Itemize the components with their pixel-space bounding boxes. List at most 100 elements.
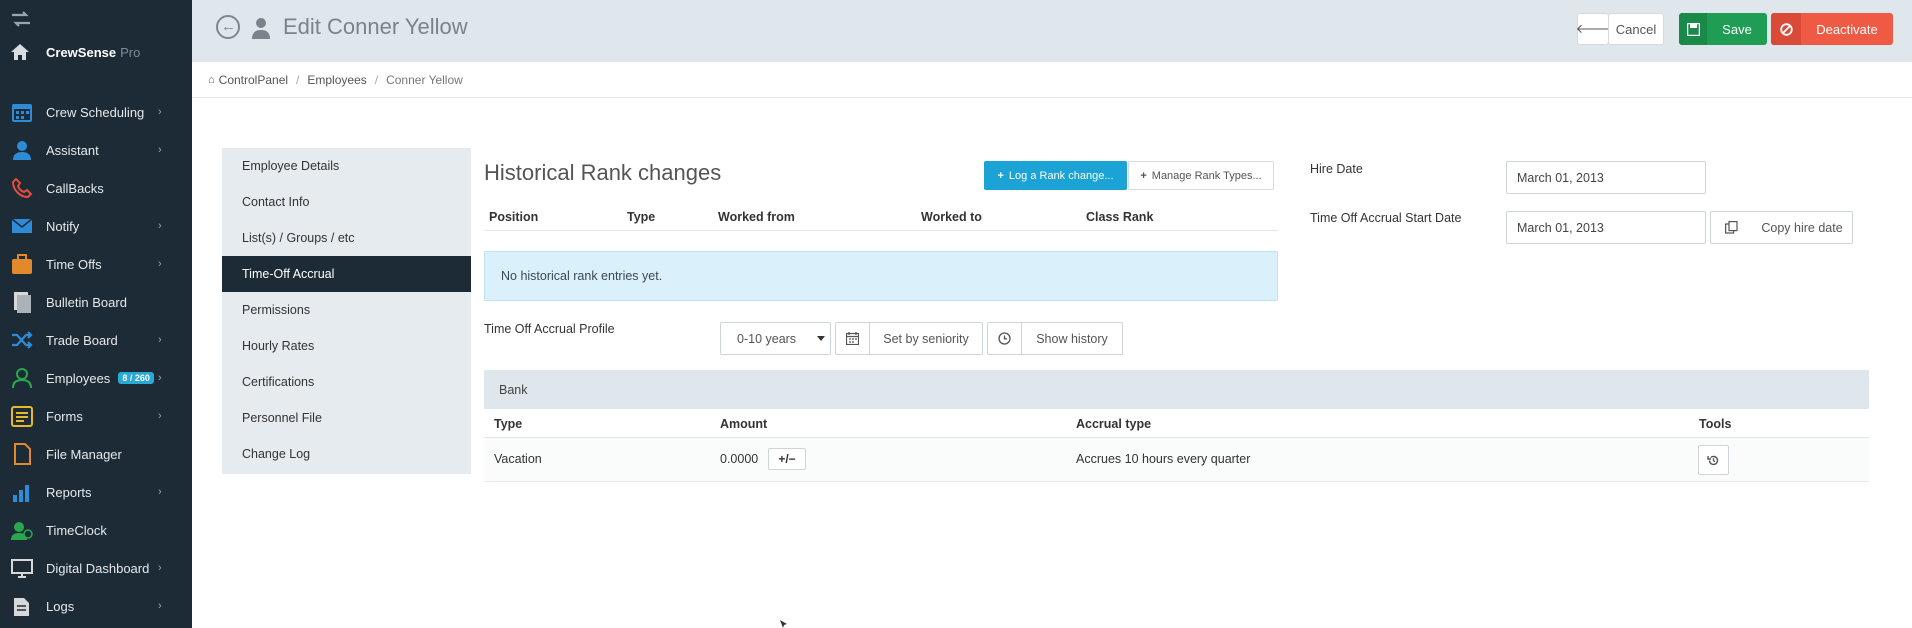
accrual-start-date-input[interactable] bbox=[1506, 211, 1706, 244]
chevron-right-icon: › bbox=[158, 486, 162, 498]
set-by-seniority-label: Set by seniority bbox=[883, 331, 969, 346]
chevron-right-icon: › bbox=[158, 600, 162, 612]
sidebar-item-label: File Manager bbox=[46, 446, 122, 462]
rank-history-title: Historical Rank changes bbox=[484, 160, 722, 185]
logs-icon bbox=[10, 594, 34, 618]
adjust-amount-button[interactable]: +/− bbox=[768, 448, 806, 470]
hire-date-label: Hire Date bbox=[1310, 162, 1363, 176]
sidebar-item-bulletin-board[interactable]: Bulletin Board bbox=[0, 283, 192, 321]
save-button[interactable]: Save bbox=[1679, 13, 1767, 45]
accrual-profile-label: Time Off Accrual Profile bbox=[484, 322, 615, 336]
sidebar-item-callbacks[interactable]: CallBacks bbox=[0, 169, 192, 207]
menu-item-permissions[interactable]: Permissions bbox=[222, 292, 471, 328]
deactivate-label: Deactivate bbox=[1816, 21, 1878, 37]
bar-chart-icon bbox=[10, 480, 34, 504]
ban-icon bbox=[1771, 13, 1801, 45]
form-icon bbox=[10, 404, 34, 428]
log-rank-change-label: Log a Rank change... bbox=[1008, 169, 1114, 182]
floppy-disk-icon bbox=[1679, 13, 1707, 45]
empty-rank-alert: No historical rank entries yet. bbox=[484, 251, 1278, 301]
copy-hire-date-button[interactable]: Copy hire date bbox=[1752, 211, 1853, 244]
back-button[interactable]: 🡐 bbox=[1576, 13, 1610, 45]
sidebar-item-logs[interactable]: Logs › bbox=[0, 587, 192, 625]
chevron-right-icon: › bbox=[158, 410, 162, 422]
menu-item-personnel-file[interactable]: Personnel File bbox=[222, 400, 471, 436]
sidebar-item-time-offs[interactable]: Time Offs › bbox=[0, 245, 192, 283]
sidebar-item-crew-scheduling[interactable]: Crew Scheduling › bbox=[0, 93, 192, 131]
sidebar-item-label: Time Offs bbox=[46, 256, 102, 272]
chevron-right-icon: › bbox=[158, 258, 162, 270]
show-history-button[interactable]: Show history bbox=[987, 322, 1123, 355]
breadcrumb-employees[interactable]: Employees bbox=[307, 73, 366, 87]
briefcase-icon bbox=[10, 252, 34, 276]
column-header: Accrual type bbox=[1076, 417, 1152, 431]
chevron-right-icon: › bbox=[158, 372, 162, 384]
hire-date-input[interactable] bbox=[1506, 161, 1706, 194]
show-history-label: Show history bbox=[1036, 331, 1108, 346]
breadcrumb-controlpanel[interactable]: ControlPanel bbox=[219, 73, 288, 87]
menu-item-lists-groups[interactable]: List(s) / Groups / etc bbox=[222, 220, 471, 256]
mouse-cursor-icon bbox=[780, 620, 787, 628]
sidebar-item-label: Assistant bbox=[46, 142, 99, 158]
sidebar-item-digital-dashboard[interactable]: Digital Dashboard › bbox=[0, 549, 192, 587]
home-icon bbox=[11, 44, 29, 60]
bank-panel-header: Bank bbox=[484, 370, 1869, 409]
sidebar-item-file-manager[interactable]: File Manager bbox=[0, 435, 192, 473]
brand-edition: Pro bbox=[120, 44, 141, 60]
menu-item-change-log[interactable]: Change Log bbox=[222, 436, 471, 472]
plus-icon: + bbox=[1140, 169, 1147, 182]
sidebar-item-label: Employees bbox=[46, 370, 111, 386]
log-rank-change-button[interactable]: + Log a Rank change... bbox=[984, 161, 1127, 190]
bank-table-header: Type Amount Accrual type Tools bbox=[484, 409, 1869, 438]
file-icon bbox=[10, 442, 34, 466]
column-header: Worked from bbox=[718, 210, 795, 224]
plus-icon: + bbox=[997, 169, 1004, 182]
back-circle-icon[interactable]: ← bbox=[216, 15, 240, 39]
sidebar-item-label: Forms bbox=[46, 408, 83, 424]
brand[interactable]: CrewSense Pro bbox=[10, 40, 140, 64]
accrual-profile-select[interactable]: 0-10 years bbox=[720, 322, 831, 355]
breadcrumb: ⌂ ControlPanel / Employees / Conner Yell… bbox=[192, 62, 1912, 98]
column-header: Tools bbox=[1699, 417, 1732, 431]
swap-arrows-icon[interactable] bbox=[10, 10, 32, 28]
bank-type: Vacation bbox=[494, 452, 542, 466]
sidebar-item-employees[interactable]: Employees 8 / 260 › bbox=[0, 359, 192, 397]
sidebar-item-reports[interactable]: Reports › bbox=[0, 473, 192, 511]
home-icon: ⌂ bbox=[208, 73, 215, 86]
accrual-profile-value: 0-10 years bbox=[737, 331, 797, 346]
menu-item-certifications[interactable]: Certifications bbox=[222, 364, 471, 400]
page-title: Edit Conner Yellow bbox=[283, 14, 468, 39]
menu-item-contact-info[interactable]: Contact Info bbox=[222, 184, 471, 220]
sidebar-item-timeclock[interactable]: TimeClock bbox=[0, 511, 192, 549]
menu-item-time-off-accrual[interactable]: Time-Off Accrual bbox=[222, 256, 471, 292]
table-row: Vacation 0.0000 +/− Accrues 10 hours eve… bbox=[484, 438, 1869, 482]
breadcrumb-current: Conner Yellow bbox=[386, 72, 463, 87]
calendar-icon bbox=[10, 100, 34, 124]
reset-history-button[interactable] bbox=[1698, 445, 1729, 475]
sidebar-item-trade-board[interactable]: Trade Board › bbox=[0, 321, 192, 359]
cancel-button[interactable]: Cancel bbox=[1608, 13, 1664, 45]
column-header: Amount bbox=[720, 417, 768, 431]
copy-icon bbox=[1725, 221, 1738, 234]
sidebar-item-notify[interactable]: Notify › bbox=[0, 207, 192, 245]
sidebar-item-forms[interactable]: Forms › bbox=[0, 397, 192, 435]
sidebar: CrewSense Pro Crew Scheduling › Assistan… bbox=[0, 0, 192, 628]
deactivate-button[interactable]: Deactivate bbox=[1771, 13, 1893, 45]
column-header: Worked to bbox=[921, 210, 982, 224]
sidebar-item-label: Reports bbox=[46, 484, 92, 500]
shuffle-icon bbox=[10, 328, 34, 352]
user-icon bbox=[10, 366, 34, 390]
copy-icon-button[interactable] bbox=[1710, 211, 1753, 244]
manage-rank-types-button[interactable]: + Manage Rank Types... bbox=[1128, 161, 1274, 190]
chevron-right-icon: › bbox=[158, 334, 162, 346]
accrual-start-date-label: Time Off Accrual Start Date bbox=[1310, 211, 1462, 225]
sidebar-nav: Crew Scheduling › Assistant › CallBacks … bbox=[0, 93, 192, 625]
employee-count-badge: 8 / 260 bbox=[118, 372, 154, 384]
menu-item-hourly-rates[interactable]: Hourly Rates bbox=[222, 328, 471, 364]
sidebar-item-assistant[interactable]: Assistant › bbox=[0, 131, 192, 169]
set-by-seniority-button[interactable]: Set by seniority bbox=[835, 322, 983, 355]
brand-name: CrewSense bbox=[46, 44, 117, 60]
menu-item-employee-details[interactable]: Employee Details bbox=[222, 148, 471, 184]
sidebar-item-label: TimeClock bbox=[46, 522, 107, 538]
column-header: Position bbox=[489, 210, 539, 224]
